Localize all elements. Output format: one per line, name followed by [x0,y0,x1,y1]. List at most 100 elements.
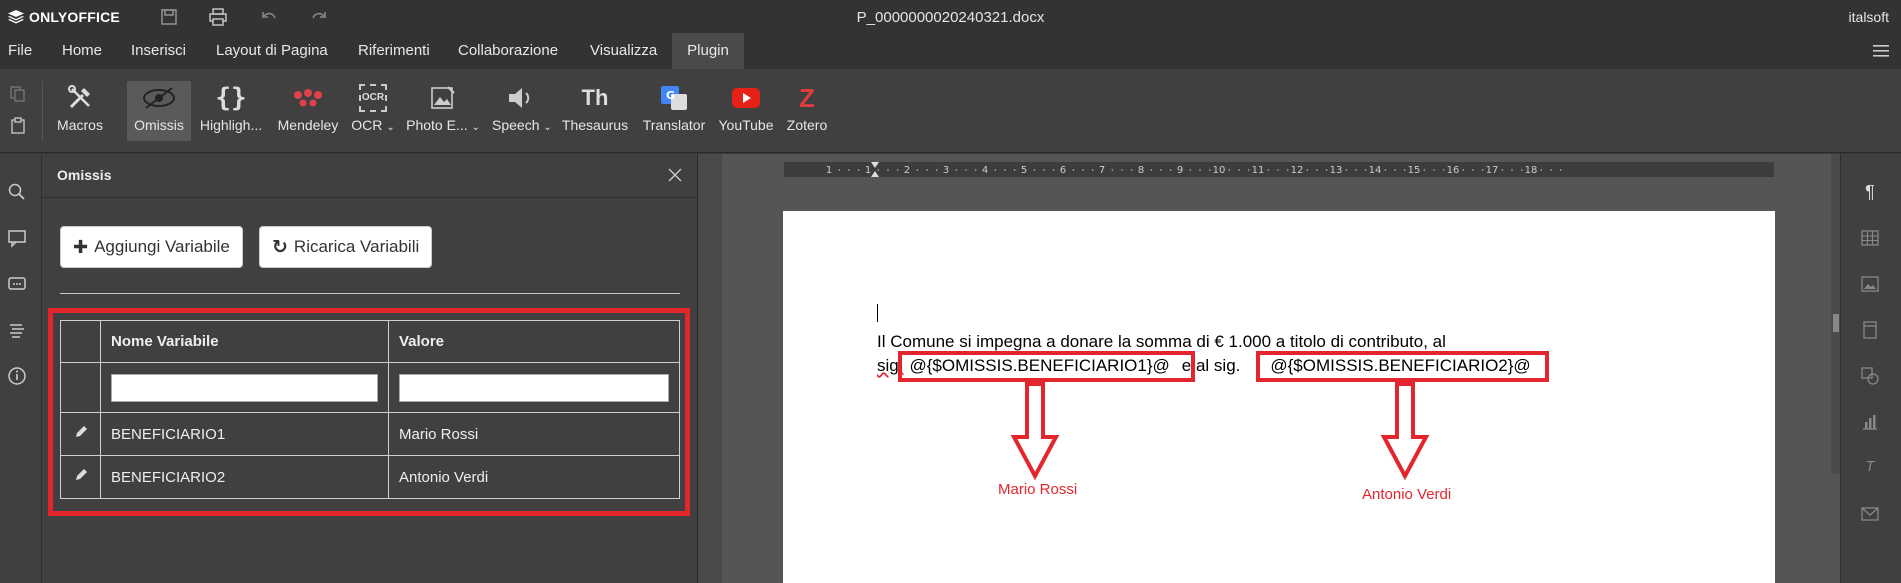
ruler-number: 12 [1291,165,1304,176]
ruler-tick [1267,169,1269,171]
table-icon[interactable] [1860,228,1880,248]
chat-icon[interactable] [7,274,27,294]
panel-divider [60,293,680,294]
refresh-icon: ↻ [272,236,288,258]
panel-title: Omissis [57,167,112,183]
scrollbar-thumb[interactable] [1833,314,1839,332]
ruler-tick [1462,169,1464,171]
ruler-tick [858,169,860,171]
add-variable-label: Aggiungi Variabile [94,237,230,256]
close-icon[interactable] [668,168,682,182]
ruler-number: 1 [826,165,832,176]
ruler-tick [1033,169,1035,171]
ruler-number: 13 [1330,165,1343,176]
ruler-tick [936,169,938,171]
ruler-tick [975,169,977,171]
ruler-tick [1248,169,1250,171]
ruler-tick [1014,169,1016,171]
menu-inserisci[interactable]: Inserisci [119,33,198,69]
document-page[interactable] [783,211,1775,583]
omissis-button[interactable]: Omissis [127,81,191,141]
ruler-tick [1072,169,1074,171]
arrow-down-icon [1010,382,1060,480]
ruler-number: 15 [1408,165,1421,176]
zotero-button[interactable]: Z Zotero [782,81,832,141]
translator-label: Translator [642,117,706,133]
ruler-tick [1277,169,1279,171]
macros-button[interactable]: Macros [52,81,108,141]
menu-collaborazione[interactable]: Collaborazione [446,33,570,69]
ocr-button[interactable]: OCR OCR ⌄ [350,81,396,141]
ruler-tick [1131,169,1133,171]
zotero-icon: Z [799,82,815,113]
paragraph-icon[interactable]: ¶ [1860,182,1880,202]
search-icon[interactable] [7,182,27,202]
speech-button[interactable]: Speech ⌄ [492,81,552,141]
text-art-icon[interactable]: T [1860,458,1880,478]
ruler-tick [1550,169,1552,171]
ocr-icon: OCR [359,84,387,112]
add-variable-button[interactable]: ✚ Aggiungi Variabile [60,226,243,268]
ruler-number: 11 [1252,165,1265,176]
ruler-number: 3 [943,165,949,176]
ruler-number: 7 [1099,165,1105,176]
highlight-button[interactable]: {} Highligh... [197,81,265,141]
annotation-label-2: Antonio Verdi [1362,486,1452,503]
menu-file[interactable]: File [0,33,44,69]
menu-riferimenti[interactable]: Riferimenti [346,33,442,69]
mendeley-button[interactable]: Mendeley [277,81,339,141]
copy-icon[interactable] [9,85,27,103]
menu-bar: File Home Inserisci Layout di Pagina Rif… [0,33,1901,69]
ruler-tick [1053,169,1055,171]
info-icon[interactable] [7,366,27,386]
document-line-1[interactable]: Il Comune si impegna a donare la somma d… [877,332,1446,352]
ruler-tick [1423,169,1425,171]
ruler-tick [1238,169,1240,171]
menu-layout[interactable]: Layout di Pagina [204,33,340,69]
menu-visualizza[interactable]: Visualizza [578,33,669,69]
ruler-tick [1540,169,1542,171]
ruler-tick [1150,169,1152,171]
translator-button[interactable]: G Translator [639,81,709,141]
ruler-tick [994,169,996,171]
ruler-number: 9 [1177,165,1183,176]
ruler-tick [1043,169,1045,171]
zotero-label: Zotero [786,117,828,133]
google-translate-icon: G [661,86,687,110]
photo-editor-button[interactable]: Photo E... ⌄ [404,81,482,141]
image-icon[interactable] [1860,274,1880,294]
annotation-label-1: Mario Rossi [998,481,1078,498]
chart-icon[interactable] [1860,412,1880,432]
paste-icon[interactable] [9,117,27,135]
menu-plugin[interactable]: Plugin [672,33,744,69]
vertical-ruler[interactable] [698,154,722,583]
ruler-tick [887,169,889,171]
document-title: P_0000000020240321.docx [856,9,1045,26]
speech-label: Speech [492,117,540,133]
svg-text:G: G [666,89,675,102]
highlight-label: Highligh... [199,117,263,133]
ruler-tick [1170,169,1172,171]
user-name[interactable]: italsoft [1849,9,1889,25]
youtube-button[interactable]: YouTube [716,81,776,141]
ruler-number: 4 [982,165,988,176]
comments-icon[interactable] [7,228,27,248]
ruler-tick [1092,169,1094,171]
hamburger-menu-icon[interactable] [1873,45,1889,57]
header-footer-icon[interactable] [1860,320,1880,340]
ruler-number: 18 [1525,165,1538,176]
ruler-tick [926,169,928,171]
thesaurus-button[interactable]: Th Thesaurus [559,81,631,141]
navigation-icon[interactable] [7,320,27,340]
shape-icon[interactable] [1860,366,1880,386]
variable-1-highlight-box [898,351,1195,382]
mail-merge-icon[interactable] [1860,504,1880,524]
ruler-tick [1316,169,1318,171]
ruler-tick [897,169,899,171]
ruler-tick [838,169,840,171]
chevron-down-icon: ⌄ [386,122,395,133]
reload-variables-button[interactable]: ↻ Ricarica Variabili [259,226,433,268]
ruler-tick [1365,169,1367,171]
toolbar-separator [42,81,43,141]
menu-home[interactable]: Home [50,33,114,69]
